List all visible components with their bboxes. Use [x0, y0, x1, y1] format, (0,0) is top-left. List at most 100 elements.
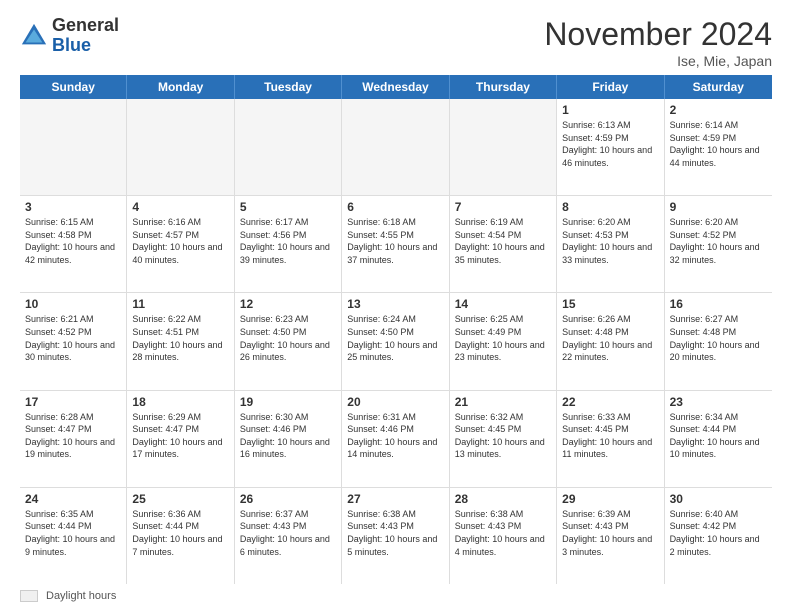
cell-info: Sunrise: 6:13 AM Sunset: 4:59 PM Dayligh… — [562, 119, 658, 169]
calendar-cell: 13 Sunrise: 6:24 AM Sunset: 4:50 PM Dayli… — [342, 293, 449, 389]
cell-info: Sunrise: 6:28 AM Sunset: 4:47 PM Dayligh… — [25, 411, 121, 461]
calendar-row: 17 Sunrise: 6:28 AM Sunset: 4:47 PM Dayli… — [20, 391, 772, 488]
day-number: 11 — [132, 297, 228, 311]
cell-info: Sunrise: 6:30 AM Sunset: 4:46 PM Dayligh… — [240, 411, 336, 461]
cell-info: Sunrise: 6:21 AM Sunset: 4:52 PM Dayligh… — [25, 313, 121, 363]
cell-info: Sunrise: 6:31 AM Sunset: 4:46 PM Dayligh… — [347, 411, 443, 461]
cell-info: Sunrise: 6:32 AM Sunset: 4:45 PM Dayligh… — [455, 411, 551, 461]
day-number: 27 — [347, 492, 443, 506]
cell-info: Sunrise: 6:33 AM Sunset: 4:45 PM Dayligh… — [562, 411, 658, 461]
daylight-box-icon — [20, 590, 38, 602]
cell-info: Sunrise: 6:38 AM Sunset: 4:43 PM Dayligh… — [455, 508, 551, 558]
cell-info: Sunrise: 6:26 AM Sunset: 4:48 PM Dayligh… — [562, 313, 658, 363]
calendar-cell: 21 Sunrise: 6:32 AM Sunset: 4:45 PM Dayli… — [450, 391, 557, 487]
calendar-cell: 1Sunrise: 6:13 AM Sunset: 4:59 PM Daylig… — [557, 99, 664, 195]
calendar-cell: 2Sunrise: 6:14 AM Sunset: 4:59 PM Daylig… — [665, 99, 772, 195]
day-number: 20 — [347, 395, 443, 409]
calendar-cell: 22 Sunrise: 6:33 AM Sunset: 4:45 PM Dayli… — [557, 391, 664, 487]
logo-text: General Blue — [52, 16, 119, 56]
calendar-row: 24Sunrise: 6:35 AM Sunset: 4:44 PM Dayli… — [20, 488, 772, 584]
calendar-cell: 7 Sunrise: 6:19 AM Sunset: 4:54 PM Daylig… — [450, 196, 557, 292]
day-number: 25 — [132, 492, 228, 506]
day-number: 16 — [670, 297, 767, 311]
month-title: November 2024 — [544, 16, 772, 53]
cell-info: Sunrise: 6:19 AM Sunset: 4:54 PM Dayligh… — [455, 216, 551, 266]
calendar-header-cell: Friday — [557, 75, 664, 99]
day-number: 13 — [347, 297, 443, 311]
header: General Blue November 2024 Ise, Mie, Jap… — [20, 16, 772, 69]
cell-info: Sunrise: 6:15 AM Sunset: 4:58 PM Dayligh… — [25, 216, 121, 266]
cell-info: Sunrise: 6:34 AM Sunset: 4:44 PM Dayligh… — [670, 411, 767, 461]
calendar-cell — [342, 99, 449, 195]
calendar-cell: 26 Sunrise: 6:37 AM Sunset: 4:43 PM Dayli… — [235, 488, 342, 584]
calendar-cell: 6Sunrise: 6:18 AM Sunset: 4:55 PM Daylig… — [342, 196, 449, 292]
calendar-row: 1Sunrise: 6:13 AM Sunset: 4:59 PM Daylig… — [20, 99, 772, 196]
logo-blue-text: Blue — [52, 35, 91, 55]
cell-info: Sunrise: 6:23 AM Sunset: 4:50 PM Dayligh… — [240, 313, 336, 363]
cell-info: Sunrise: 6:20 AM Sunset: 4:52 PM Dayligh… — [670, 216, 767, 266]
day-number: 17 — [25, 395, 121, 409]
calendar-cell: 10 Sunrise: 6:21 AM Sunset: 4:52 PM Dayli… — [20, 293, 127, 389]
cell-info: Sunrise: 6:39 AM Sunset: 4:43 PM Dayligh… — [562, 508, 658, 558]
calendar-cell: 23 Sunrise: 6:34 AM Sunset: 4:44 PM Dayli… — [665, 391, 772, 487]
cell-info: Sunrise: 6:24 AM Sunset: 4:50 PM Dayligh… — [347, 313, 443, 363]
cell-info: Sunrise: 6:17 AM Sunset: 4:56 PM Dayligh… — [240, 216, 336, 266]
calendar-cell: 16Sunrise: 6:27 AM Sunset: 4:48 PM Dayli… — [665, 293, 772, 389]
calendar-cell: 19Sunrise: 6:30 AM Sunset: 4:46 PM Dayli… — [235, 391, 342, 487]
calendar-header-cell: Tuesday — [235, 75, 342, 99]
calendar-header-cell: Sunday — [20, 75, 127, 99]
calendar: SundayMondayTuesdayWednesdayThursdayFrid… — [20, 75, 772, 584]
day-number: 22 — [562, 395, 658, 409]
logo-icon — [20, 22, 48, 50]
calendar-cell: 12 Sunrise: 6:23 AM Sunset: 4:50 PM Dayli… — [235, 293, 342, 389]
calendar-header: SundayMondayTuesdayWednesdayThursdayFrid… — [20, 75, 772, 99]
day-number: 23 — [670, 395, 767, 409]
day-number: 8 — [562, 200, 658, 214]
calendar-cell — [20, 99, 127, 195]
calendar-header-cell: Thursday — [450, 75, 557, 99]
cell-info: Sunrise: 6:29 AM Sunset: 4:47 PM Dayligh… — [132, 411, 228, 461]
day-number: 15 — [562, 297, 658, 311]
day-number: 12 — [240, 297, 336, 311]
location: Ise, Mie, Japan — [544, 53, 772, 69]
day-number: 29 — [562, 492, 658, 506]
day-number: 30 — [670, 492, 767, 506]
cell-info: Sunrise: 6:25 AM Sunset: 4:49 PM Dayligh… — [455, 313, 551, 363]
calendar-cell: 9Sunrise: 6:20 AM Sunset: 4:52 PM Daylig… — [665, 196, 772, 292]
footer: Daylight hours — [20, 590, 772, 602]
day-number: 21 — [455, 395, 551, 409]
cell-info: Sunrise: 6:20 AM Sunset: 4:53 PM Dayligh… — [562, 216, 658, 266]
calendar-cell: 18 Sunrise: 6:29 AM Sunset: 4:47 PM Dayli… — [127, 391, 234, 487]
calendar-cell: 29 Sunrise: 6:39 AM Sunset: 4:43 PM Dayli… — [557, 488, 664, 584]
cell-info: Sunrise: 6:16 AM Sunset: 4:57 PM Dayligh… — [132, 216, 228, 266]
day-number: 10 — [25, 297, 121, 311]
calendar-cell: 15 Sunrise: 6:26 AM Sunset: 4:48 PM Dayli… — [557, 293, 664, 389]
day-number: 6 — [347, 200, 443, 214]
page: General Blue November 2024 Ise, Mie, Jap… — [0, 0, 792, 612]
day-number: 28 — [455, 492, 551, 506]
calendar-cell: 3 Sunrise: 6:15 AM Sunset: 4:58 PM Daylig… — [20, 196, 127, 292]
calendar-cell: 8 Sunrise: 6:20 AM Sunset: 4:53 PM Daylig… — [557, 196, 664, 292]
cell-info: Sunrise: 6:14 AM Sunset: 4:59 PM Dayligh… — [670, 119, 767, 169]
daylight-label: Daylight hours — [46, 590, 116, 602]
day-number: 5 — [240, 200, 336, 214]
calendar-cell: 24Sunrise: 6:35 AM Sunset: 4:44 PM Dayli… — [20, 488, 127, 584]
calendar-cell — [450, 99, 557, 195]
calendar-cell: 20 Sunrise: 6:31 AM Sunset: 4:46 PM Dayli… — [342, 391, 449, 487]
day-number: 3 — [25, 200, 121, 214]
day-number: 18 — [132, 395, 228, 409]
day-number: 14 — [455, 297, 551, 311]
day-number: 26 — [240, 492, 336, 506]
calendar-header-cell: Monday — [127, 75, 234, 99]
day-number: 7 — [455, 200, 551, 214]
calendar-cell: 11Sunrise: 6:22 AM Sunset: 4:51 PM Dayli… — [127, 293, 234, 389]
calendar-cell: 30Sunrise: 6:40 AM Sunset: 4:42 PM Dayli… — [665, 488, 772, 584]
calendar-cell: 27Sunrise: 6:38 AM Sunset: 4:43 PM Dayli… — [342, 488, 449, 584]
title-block: November 2024 Ise, Mie, Japan — [544, 16, 772, 69]
calendar-header-cell: Wednesday — [342, 75, 449, 99]
calendar-cell: 28 Sunrise: 6:38 AM Sunset: 4:43 PM Dayli… — [450, 488, 557, 584]
cell-info: Sunrise: 6:37 AM Sunset: 4:43 PM Dayligh… — [240, 508, 336, 558]
logo-general-text: General — [52, 15, 119, 35]
day-number: 24 — [25, 492, 121, 506]
calendar-row: 3 Sunrise: 6:15 AM Sunset: 4:58 PM Daylig… — [20, 196, 772, 293]
